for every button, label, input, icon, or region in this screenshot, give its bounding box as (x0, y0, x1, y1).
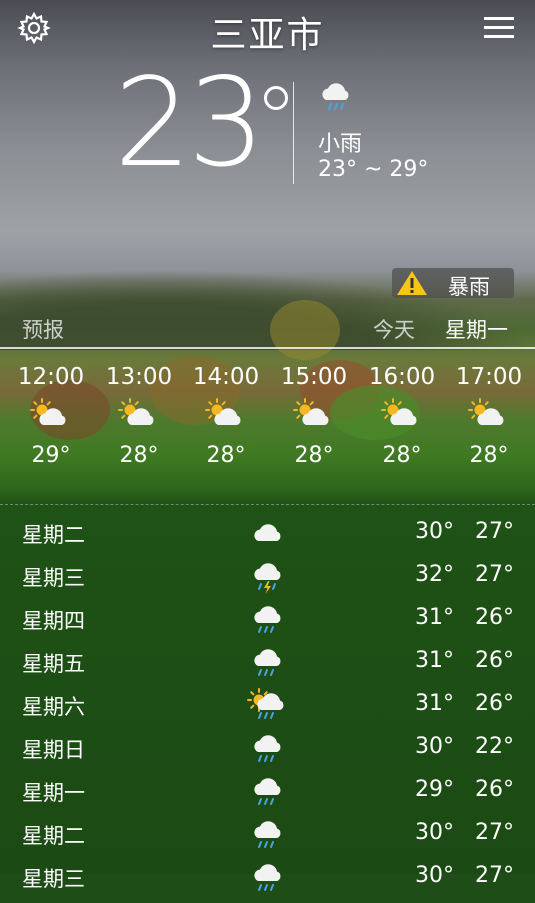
daily-row: 星期二 30° 27° (0, 516, 535, 559)
day-high: 30° (415, 519, 454, 544)
partly-cloudy-icon (468, 398, 509, 431)
day-low: 26° (475, 605, 514, 630)
dashed-divider (0, 504, 535, 505)
tab-today[interactable]: 今天 (373, 314, 415, 344)
current-temp-range: 23° ~ 29° (318, 157, 429, 182)
tab-weekday[interactable]: 星期一 (445, 314, 508, 344)
daily-row: 星期一 29° 26° (0, 774, 535, 817)
tab-forecast[interactable]: 预报 (22, 314, 64, 344)
day-high: 31° (415, 605, 454, 630)
day-low: 26° (475, 648, 514, 673)
top-bar: 三亚市 (0, 0, 535, 60)
day-high: 30° (415, 734, 454, 759)
rain-icon (248, 605, 288, 639)
hamburger-menu-icon[interactable] (484, 15, 516, 41)
daily-row: 星期四 31° 26° (0, 602, 535, 645)
hour-temp: 28° (294, 443, 334, 468)
hour-item: 17:00 28° (445, 364, 533, 468)
alert-label: 暴雨 (448, 275, 490, 299)
day-low: 27° (475, 562, 514, 587)
hour-item: 16:00 28° (358, 364, 446, 468)
day-name: 星期日 (22, 738, 85, 762)
sun-rain-icon (247, 688, 288, 725)
rain-icon (248, 777, 288, 811)
hour-time: 12:00 (17, 364, 85, 390)
thunderstorm-icon (248, 562, 288, 596)
day-name: 星期五 (22, 652, 85, 676)
rain-icon (248, 734, 288, 768)
weather-alert-badge[interactable]: 暴雨 (392, 268, 514, 300)
partly-cloudy-icon (293, 398, 334, 431)
daily-row: 星期六 31° 26° (0, 688, 535, 731)
degree-symbol (264, 86, 288, 110)
day-low: 26° (475, 691, 514, 716)
rain-icon (248, 863, 288, 897)
current-condition: 小雨 (318, 132, 363, 157)
rain-icon (248, 648, 288, 682)
hour-time: 16:00 (368, 364, 436, 390)
hour-temp: 28° (469, 443, 509, 468)
warning-icon (396, 270, 428, 300)
day-high: 32° (415, 562, 454, 587)
partly-cloudy-icon (118, 398, 159, 431)
day-low: 27° (475, 519, 514, 544)
day-low: 22° (475, 734, 514, 759)
day-name: 星期六 (22, 695, 85, 719)
hour-item: 12:00 29° (7, 364, 95, 468)
partly-cloudy-icon (30, 398, 71, 431)
rain-icon (248, 820, 288, 854)
day-high: 31° (415, 648, 454, 673)
day-low: 27° (475, 820, 514, 845)
current-temperature: 23 (114, 52, 265, 194)
day-name: 星期一 (22, 781, 85, 805)
day-high: 30° (415, 820, 454, 845)
daily-row: 星期三 32° 27° (0, 559, 535, 602)
hour-temp: 28° (119, 443, 159, 468)
city-title: 三亚市 (210, 15, 325, 56)
hour-temp: 28° (206, 443, 246, 468)
day-name: 星期二 (22, 824, 85, 848)
hour-time: 17:00 (455, 364, 523, 390)
cloudy-icon (248, 519, 288, 553)
divider (293, 82, 294, 184)
hour-item: 14:00 28° (182, 364, 270, 468)
daily-forecast-list: 星期二 30° 27° 星期三 32° 27° 星期四 31° 26° 星期五 … (0, 516, 535, 903)
hour-time: 15:00 (280, 364, 348, 390)
partly-cloudy-icon (381, 398, 422, 431)
hour-temp: 28° (382, 443, 422, 468)
day-name: 星期三 (22, 867, 85, 891)
daily-row: 星期二 30° 27° (0, 817, 535, 860)
daily-row: 星期五 31° 26° (0, 645, 535, 688)
day-low: 27° (475, 863, 514, 888)
hour-temp: 29° (31, 443, 71, 468)
day-high: 31° (415, 691, 454, 716)
partly-cloudy-icon (205, 398, 246, 431)
tab-bar: 预报 今天 星期一 (0, 312, 535, 346)
hour-time: 14:00 (192, 364, 260, 390)
hourly-forecast: 12:00 29° 13:00 28° 14:00 28° 15:00 28° … (0, 364, 535, 494)
daily-row: 星期日 30° 22° (0, 731, 535, 774)
hour-item: 13:00 28° (95, 364, 183, 468)
day-low: 26° (475, 777, 514, 802)
day-name: 星期四 (22, 609, 85, 633)
hour-item: 15:00 28° (270, 364, 358, 468)
day-name: 星期三 (22, 566, 85, 590)
day-high: 29° (415, 777, 454, 802)
day-name: 星期二 (22, 523, 85, 547)
tab-divider (0, 347, 535, 349)
light-rain-icon (318, 80, 354, 116)
hour-time: 13:00 (105, 364, 173, 390)
daily-row: 星期三 30° 27° (0, 860, 535, 903)
day-high: 30° (415, 863, 454, 888)
